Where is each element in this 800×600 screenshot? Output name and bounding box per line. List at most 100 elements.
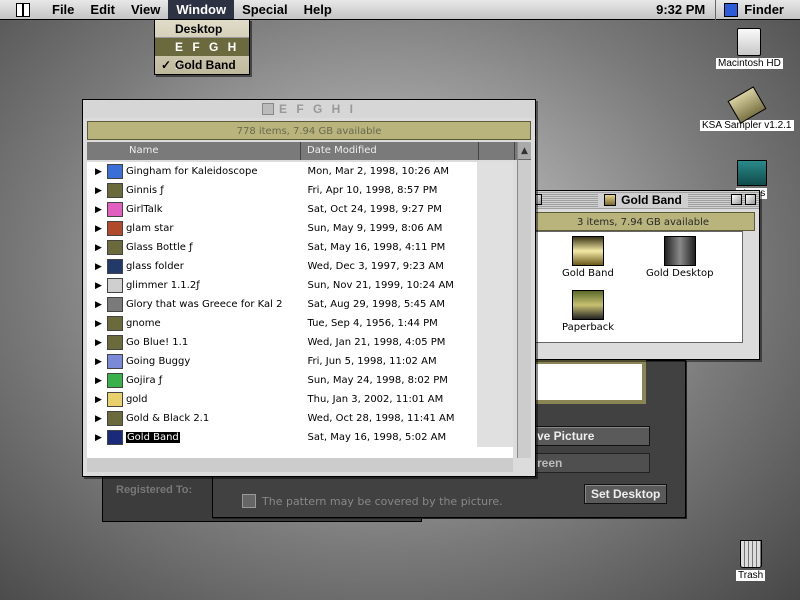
- file-date: Sun, May 24, 1998, 8:02 PM: [307, 375, 448, 386]
- gold-band-window[interactable]: Gold Band 3 items, 7.94 GB available Gol…: [526, 190, 760, 360]
- file-date: Tue, Sep 4, 1956, 1:44 PM: [307, 318, 438, 329]
- row-spacer: [477, 371, 513, 390]
- menu-item-gold-band[interactable]: ✓ Gold Band: [155, 56, 249, 74]
- menu-view[interactable]: View: [123, 0, 168, 20]
- window-title: E F G H I: [256, 102, 362, 116]
- file-name: gold: [125, 394, 148, 405]
- file-name: glass folder: [125, 261, 184, 272]
- disclosure-triangle-icon[interactable]: ▶: [87, 319, 107, 329]
- checkmark-icon: ✓: [161, 58, 172, 72]
- file-name: Gold Band: [125, 432, 180, 443]
- list-item[interactable]: ▶ Gingham for Kaleidoscope Mon, Mar 2, 199…: [87, 162, 513, 181]
- list-item[interactable]: ▶ Gold & Black 2.1 Wed, Oct 28, 1998, 11:4…: [87, 409, 513, 428]
- info-icon: [242, 494, 256, 508]
- file-name: Going Buggy: [125, 356, 191, 367]
- vertical-scrollbar[interactable]: ▲: [517, 142, 531, 458]
- disclosure-triangle-icon[interactable]: ▶: [87, 224, 107, 234]
- column-header-date[interactable]: Date Modified: [301, 142, 479, 160]
- file-date: Sat, May 16, 1998, 5:02 AM: [307, 432, 447, 443]
- menu-window[interactable]: Window: [168, 0, 235, 20]
- file-icon-paperback[interactable]: Paperback: [562, 290, 614, 333]
- set-desktop-button[interactable]: Set Desktop: [584, 484, 668, 504]
- row-spacer: [477, 295, 513, 314]
- list-item[interactable]: ▶ gold Thu, Jan 3, 2002, 11:01 AM: [87, 390, 513, 409]
- collapse-box-icon[interactable]: [745, 194, 756, 205]
- list-item[interactable]: ▶ glimmer 1.1.2ƒ Sun, Nov 21, 1999, 10:24 …: [87, 276, 513, 295]
- zoom-box-icon[interactable]: [731, 194, 742, 205]
- save-picture-button[interactable]: ve Picture: [530, 426, 650, 446]
- row-spacer: [477, 333, 513, 352]
- file-date: Fri, Apr 10, 1998, 8:57 PM: [307, 185, 438, 196]
- disclosure-triangle-icon[interactable]: ▶: [87, 414, 107, 424]
- scroll-up-arrow-icon[interactable]: ▲: [518, 142, 531, 160]
- file-icon-gold-desktop[interactable]: Gold Desktop: [646, 236, 713, 279]
- clock[interactable]: 9:32 PM: [646, 2, 715, 17]
- list-item[interactable]: ▶ glass folder Wed, Dec 3, 1997, 9:23 AM: [87, 257, 513, 276]
- desktop-icon-ksa[interactable]: KSA Sampler v1.2.1: [700, 86, 794, 131]
- desktop-icon-trash[interactable]: Trash: [736, 540, 766, 581]
- file-name: Ginnis ƒ: [125, 185, 164, 196]
- list-item[interactable]: ▶ Go Blue! 1.1 Wed, Jan 21, 1998, 4:05 PM: [87, 333, 513, 352]
- list-item[interactable]: ▶ Glory that was Greece for Kal 2 Sat, Aug…: [87, 295, 513, 314]
- row-spacer: [477, 257, 513, 276]
- menu-item-label: Desktop: [175, 22, 223, 36]
- file-icon: [106, 392, 123, 407]
- disclosure-triangle-icon[interactable]: ▶: [87, 281, 107, 291]
- menu-bar-right: 9:32 PM Finder: [646, 0, 800, 20]
- menu-item-desktop[interactable]: Desktop: [155, 20, 249, 38]
- efghi-window[interactable]: E F G H I 778 items, 7.94 GB available N…: [82, 99, 536, 477]
- file-icon-gold-band[interactable]: Gold Band: [562, 236, 614, 279]
- file-icon: [106, 411, 123, 426]
- window-menu-dropdown: Desktop E F G H I ✓ Gold Band: [154, 19, 250, 75]
- apple-menu-icon[interactable]: [16, 2, 30, 17]
- list-header: Name Date Modified: [87, 142, 527, 160]
- column-header-name[interactable]: Name: [87, 142, 301, 160]
- disclosure-triangle-icon[interactable]: ▶: [87, 300, 107, 310]
- window-titlebar[interactable]: E F G H I: [83, 100, 535, 118]
- list-item[interactable]: ▶ Gold Band Sat, May 16, 1998, 5:02 AM: [87, 428, 513, 447]
- disclosure-triangle-icon[interactable]: ▶: [87, 243, 107, 253]
- row-spacer: [477, 352, 513, 371]
- row-spacer: [477, 409, 513, 428]
- list-item[interactable]: ▶ Ginnis ƒ Fri, Apr 10, 1998, 8:57 PM: [87, 181, 513, 200]
- menu-item-efghi[interactable]: E F G H I: [155, 38, 249, 72]
- disclosure-triangle-icon[interactable]: ▶: [87, 376, 107, 386]
- file-list: ▶ Gingham for Kaleidoscope Mon, Mar 2, 199…: [87, 162, 513, 458]
- application-menu[interactable]: Finder: [716, 2, 800, 17]
- window-titlebar[interactable]: Gold Band: [527, 191, 759, 209]
- file-name: Glass Bottle ƒ: [125, 242, 193, 253]
- desktop-icon-label: Macintosh HD: [716, 58, 783, 69]
- file-icon: [106, 183, 123, 198]
- disclosure-triangle-icon[interactable]: ▶: [87, 167, 107, 177]
- file-icon: [106, 373, 123, 388]
- list-item[interactable]: ▶ Gojira ƒ Sun, May 24, 1998, 8:02 PM: [87, 371, 513, 390]
- disclosure-triangle-icon[interactable]: ▶: [87, 357, 107, 367]
- window-title-text: Gold Band: [621, 193, 682, 207]
- disclosure-triangle-icon[interactable]: ▶: [87, 205, 107, 215]
- file-date: Sun, May 9, 1999, 8:06 AM: [307, 223, 443, 234]
- list-item[interactable]: ▶ gnome Tue, Sep 4, 1956, 1:44 PM: [87, 314, 513, 333]
- window-info-bar: 778 items, 7.94 GB available: [87, 121, 531, 140]
- disclosure-triangle-icon[interactable]: ▶: [87, 262, 107, 272]
- window-info-bar: 3 items, 7.94 GB available: [531, 212, 755, 231]
- icon-view-pane: Gold Band Gold Desktop Paperback: [531, 231, 743, 343]
- file-icon: [106, 202, 123, 217]
- list-item[interactable]: ▶ Glass Bottle ƒ Sat, May 16, 1998, 4:11 P…: [87, 238, 513, 257]
- disclosure-triangle-icon[interactable]: ▶: [87, 338, 107, 348]
- horizontal-scrollbar[interactable]: [87, 458, 513, 472]
- screen-button[interactable]: reen: [530, 453, 650, 473]
- disclosure-triangle-icon[interactable]: ▶: [87, 433, 107, 443]
- disclosure-triangle-icon[interactable]: ▶: [87, 186, 107, 196]
- list-item[interactable]: ▶ GirlTalk Sat, Oct 24, 1998, 9:27 PM: [87, 200, 513, 219]
- menu-edit[interactable]: Edit: [82, 0, 123, 20]
- file-icon: [106, 297, 123, 312]
- list-item[interactable]: ▶ glam star Sun, May 9, 1999, 8:06 AM: [87, 219, 513, 238]
- list-item[interactable]: ▶ Going Buggy Fri, Jun 5, 1998, 11:02 AM: [87, 352, 513, 371]
- desktop-icon-hd[interactable]: Macintosh HD: [716, 28, 783, 69]
- menu-file[interactable]: File: [44, 0, 82, 20]
- file-date: Sat, May 16, 1998, 4:11 PM: [307, 242, 446, 253]
- menu-help[interactable]: Help: [296, 0, 340, 20]
- row-spacer: [477, 162, 513, 181]
- disclosure-triangle-icon[interactable]: ▶: [87, 395, 107, 405]
- menu-special[interactable]: Special: [234, 0, 296, 20]
